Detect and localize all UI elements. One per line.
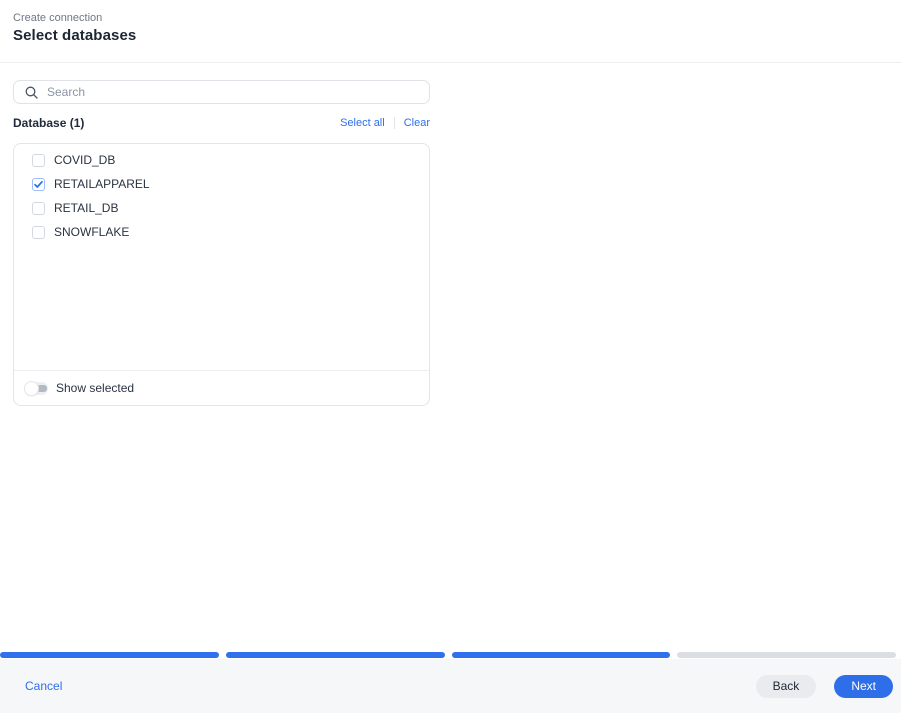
toggle-knob: [25, 381, 38, 395]
database-list: COVID_DB RETAILAPPAREL RETAIL_DB SNOWFLA…: [14, 144, 429, 370]
database-name: RETAIL_DB: [54, 201, 119, 215]
search-box[interactable]: [13, 80, 430, 104]
database-checkbox[interactable]: [32, 225, 45, 239]
show-selected-label: Show selected: [56, 381, 135, 395]
database-checkbox[interactable]: [32, 153, 45, 167]
list-header: Database (1) Select all Clear: [13, 115, 430, 131]
database-list-panel: COVID_DB RETAILAPPAREL RETAIL_DB SNOWFLA…: [13, 143, 430, 406]
page-title: Select databases: [13, 27, 137, 44]
search-icon: [25, 86, 38, 99]
breadcrumb: Create connection: [13, 12, 103, 24]
wizard-progress-bar: [0, 652, 901, 658]
select-all-link[interactable]: Select all: [340, 117, 385, 129]
back-button[interactable]: Back: [755, 674, 817, 698]
database-checkbox[interactable]: [32, 177, 45, 191]
database-row[interactable]: SNOWFLAKE: [14, 220, 429, 244]
database-name: RETAILAPPAREL: [54, 177, 150, 191]
progress-segment-1: [0, 652, 219, 658]
cancel-button[interactable]: Cancel: [25, 679, 62, 693]
progress-segment-2: [225, 652, 445, 658]
show-selected-row: Show selected: [14, 371, 429, 405]
database-name: SNOWFLAKE: [54, 225, 130, 239]
action-divider: [393, 117, 395, 129]
database-row[interactable]: COVID_DB: [14, 148, 429, 172]
show-selected-toggle[interactable]: [25, 381, 48, 395]
database-row[interactable]: RETAILAPPAREL: [14, 172, 429, 196]
progress-segment-3: [451, 652, 671, 658]
database-count-label: Database (1): [13, 116, 85, 130]
search-input[interactable]: [47, 85, 407, 99]
database-checkbox[interactable]: [32, 201, 45, 215]
clear-link[interactable]: Clear: [404, 117, 430, 129]
wizard-header: Create connection Select databases: [0, 0, 901, 63]
database-row[interactable]: RETAIL_DB: [14, 196, 429, 220]
toggle-bar: [37, 384, 47, 392]
next-button[interactable]: Next: [834, 674, 893, 698]
progress-segment-4: [677, 652, 896, 658]
database-name: COVID_DB: [54, 153, 116, 167]
wizard-footer: Cancel Back Next: [0, 659, 901, 713]
header-divider: [0, 62, 901, 63]
